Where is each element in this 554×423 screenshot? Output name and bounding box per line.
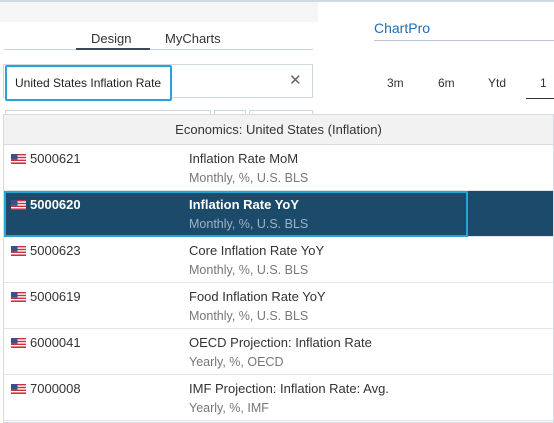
us-flag-icon [11, 384, 26, 394]
tab-design[interactable]: Design [91, 31, 131, 46]
range-1y-button[interactable]: 1 [540, 76, 547, 90]
result-meta: Monthly, %, U.S. BLS [189, 263, 309, 277]
result-meta: Yearly, %, OECD [189, 355, 284, 369]
result-row-selected[interactable]: 5000620 Inflation Rate YoY Monthly, %, U… [4, 191, 553, 237]
us-flag-icon [11, 246, 26, 256]
us-flag-icon [11, 338, 26, 348]
range-ytd-button[interactable]: Ytd [488, 76, 506, 90]
result-meta: Monthly, %, U.S. BLS [189, 309, 309, 323]
range-active-indicator [526, 98, 554, 99]
result-name: Inflation Rate MoM [189, 151, 299, 166]
tab-active-indicator [76, 48, 150, 50]
result-row[interactable]: 5000619 Food Inflation Rate YoY Monthly,… [4, 283, 553, 329]
title-divider [374, 40, 554, 41]
result-row[interactable]: 6000041 OECD Projection: Inflation Rate … [4, 329, 553, 375]
result-row[interactable]: 7000008 IMF Projection: Inflation Rate: … [4, 375, 553, 421]
tabs-divider [4, 49, 313, 50]
result-code: 5000619 [30, 289, 81, 304]
result-meta: Monthly, %, U.S. BLS [189, 217, 309, 231]
result-name: Core Inflation Rate YoY [189, 243, 325, 258]
result-name: Inflation Rate YoY [189, 197, 300, 212]
result-name: Food Inflation Rate YoY [189, 289, 326, 304]
result-code: 5000620 [30, 197, 81, 212]
app-title[interactable]: ChartPro [374, 20, 430, 36]
result-code: 7000008 [30, 381, 81, 396]
result-meta: Monthly, %, U.S. BLS [189, 171, 309, 185]
us-flag-icon [11, 200, 26, 210]
tab-mycharts[interactable]: MyCharts [165, 31, 221, 46]
us-flag-icon [11, 292, 26, 302]
close-icon[interactable]: ✕ [289, 71, 302, 89]
search-results-dropdown: Economics: United States (Inflation) 500… [3, 114, 554, 423]
us-flag-icon [11, 154, 26, 164]
range-3m-button[interactable]: 3m [387, 76, 404, 90]
search-input[interactable] [5, 65, 172, 101]
result-code: 5000623 [30, 243, 81, 258]
result-code: 5000621 [30, 151, 81, 166]
result-name: OECD Projection: Inflation Rate [189, 335, 372, 350]
results-group-header: Economics: United States (Inflation) [4, 115, 553, 145]
result-code: 6000041 [30, 335, 81, 350]
result-row[interactable]: 5000621 Inflation Rate MoM Monthly, %, U… [4, 145, 553, 191]
result-name: IMF Projection: Inflation Rate: Avg. [189, 381, 389, 396]
result-meta: Yearly, %, IMF [189, 401, 269, 415]
result-row[interactable]: 5000623 Core Inflation Rate YoY Monthly,… [4, 237, 553, 283]
range-6m-button[interactable]: 6m [438, 76, 455, 90]
